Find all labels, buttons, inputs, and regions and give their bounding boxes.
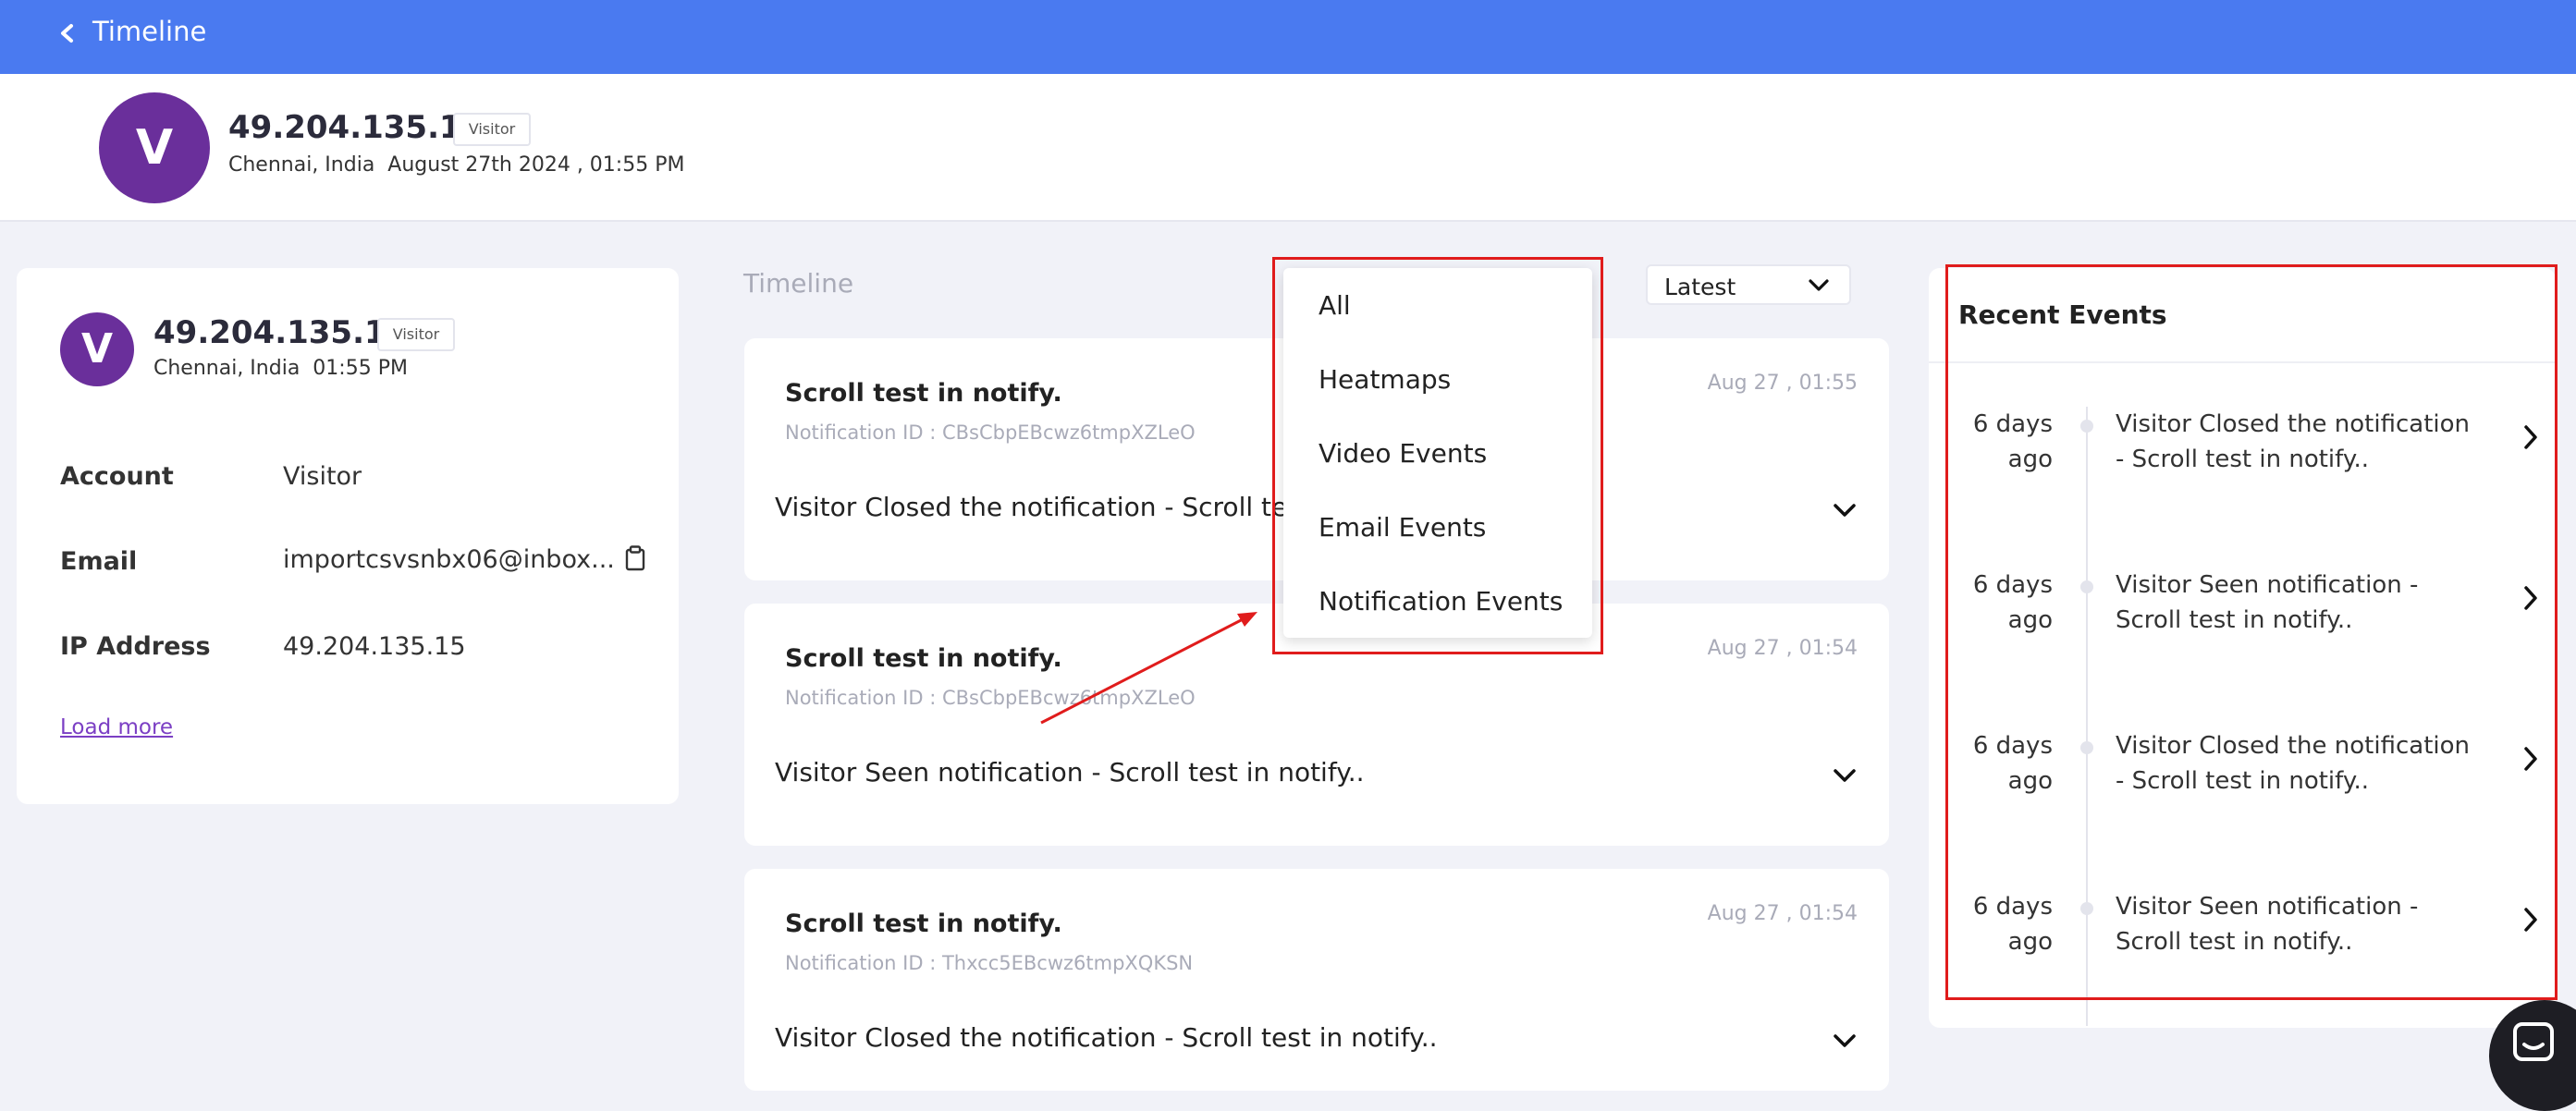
profile-location-time: Chennai, India 01:55 PM: [153, 357, 408, 380]
visitor-location-datetime: Chennai, India August 27th 2024 , 01:55 …: [228, 153, 684, 177]
chevron-down-icon[interactable]: [1832, 1032, 1858, 1050]
profile-card: V 49.204.135.15 Visitor Chennai, India 0…: [17, 268, 679, 804]
event-title: Scroll test in notify.: [785, 910, 1062, 938]
sort-select-value: Latest: [1664, 274, 1736, 300]
event-time: Aug 27 , 01:54: [1707, 902, 1858, 925]
avatar: V: [60, 312, 134, 386]
dropdown-highlight-box: [1272, 257, 1603, 654]
event-notification-id: Notification ID : CBsCbpEBcwz6tmpXZLeO: [785, 687, 1196, 709]
event-notification-id: Notification ID : CBsCbpEBcwz6tmpXZLeO: [785, 421, 1196, 444]
sort-select[interactable]: Latest: [1646, 264, 1851, 305]
visitor-badge: Visitor: [453, 113, 531, 146]
event-notification-id: Notification ID : Thxcc5EBcwz6tmpXQKSN: [785, 952, 1194, 974]
event-time: Aug 27 , 01:54: [1707, 637, 1858, 660]
event-title: Scroll test in notify.: [785, 379, 1062, 408]
recent-events-highlight-box: [1945, 264, 2558, 1000]
account-value: Visitor: [283, 462, 362, 491]
clipboard-icon[interactable]: [625, 545, 645, 571]
chevron-down-icon: [1809, 279, 1829, 291]
chevron-down-icon[interactable]: [1832, 501, 1858, 519]
chat-icon: [2513, 1022, 2554, 1061]
visitor-ip: 49.204.135.15: [228, 109, 484, 146]
page-title: Timeline: [92, 16, 207, 47]
visitor-header: V 49.204.135.15 Visitor Chennai, India A…: [0, 74, 2576, 222]
event-description: Visitor Seen notification - Scroll test …: [775, 757, 1365, 787]
email-label: Email: [60, 547, 138, 576]
email-value: importcsvsnbx06@inbox...: [283, 545, 615, 574]
profile-ip: 49.204.135.15: [153, 314, 409, 351]
timeline-heading: Timeline: [743, 268, 854, 299]
avatar: V: [99, 92, 210, 203]
event-title: Scroll test in notify.: [785, 644, 1062, 673]
profile-location: Chennai, India: [153, 357, 301, 380]
profile-time: 01:55 PM: [313, 357, 408, 380]
visitor-location: Chennai, India: [228, 153, 375, 177]
visitor-datetime: August 27th 2024 , 01:55 PM: [387, 153, 685, 177]
event-description: Visitor Closed the notification - Scroll…: [775, 1022, 1438, 1053]
profile-badge: Visitor: [377, 318, 455, 351]
account-label: Account: [60, 462, 174, 491]
chevron-left-icon[interactable]: [54, 17, 80, 50]
event-time: Aug 27 , 01:55: [1707, 372, 1858, 395]
ip-address-value: 49.204.135.15: [283, 632, 466, 661]
load-more-link[interactable]: Load more: [60, 715, 173, 739]
ip-address-label: IP Address: [60, 632, 211, 661]
top-bar: Timeline: [0, 0, 2576, 74]
chevron-down-icon[interactable]: [1832, 766, 1858, 785]
timeline-event: Scroll test in notify. Notification ID :…: [744, 869, 1889, 1091]
